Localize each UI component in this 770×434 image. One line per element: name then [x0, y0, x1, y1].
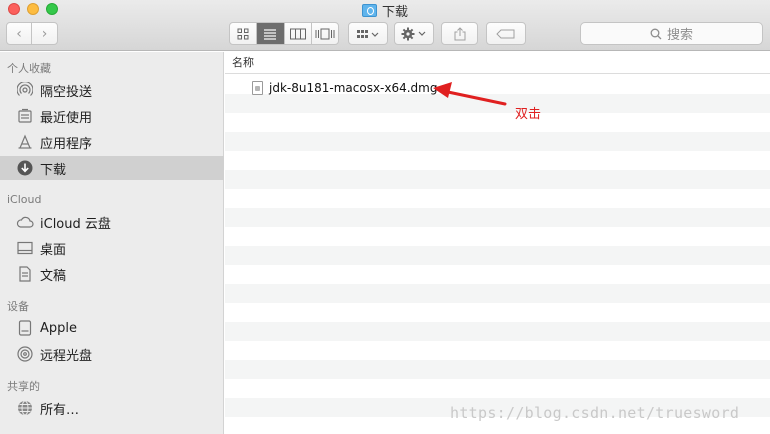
coverflow-icon [315, 28, 335, 39]
sidebar-item-desktop[interactable]: 桌面 [0, 236, 224, 260]
row-stripe [225, 151, 770, 170]
sidebar-item-label: 远程光盘 [40, 348, 93, 364]
disc-icon [16, 345, 34, 363]
sidebar-item-label: iCloud 云盘 [40, 216, 111, 232]
desktop-icon [16, 239, 34, 257]
file-list: 名称 jdk-8u181-macosx-x64.dmg [225, 52, 770, 434]
row-stripe [225, 132, 770, 151]
window-title: 下载 [0, 1, 770, 20]
row-stripe [225, 379, 770, 398]
sidebar-item-remote-disc[interactable]: 远程光盘 [0, 342, 224, 366]
file-name: jdk-8u181-macosx-x64.dmg [269, 80, 438, 95]
sidebar-item-label: 文稿 [40, 268, 67, 284]
arrange-menu-button[interactable] [348, 22, 388, 45]
sidebar-item-label: 下载 [40, 162, 67, 178]
sidebar-item-label: Apple [40, 320, 78, 336]
list-view-button[interactable] [257, 23, 285, 44]
row-stripe [225, 189, 770, 208]
list-icon [264, 28, 277, 40]
window-toolbar: 下载 ‹ › 搜索 [0, 0, 770, 51]
gear-icon [401, 27, 426, 40]
forward-button[interactable]: › [32, 23, 57, 44]
row-stripe [225, 284, 770, 303]
search-icon [650, 28, 662, 39]
back-button[interactable]: ‹ [7, 23, 32, 44]
arrange-grid-icon [357, 29, 379, 38]
navigation-buttons: ‹ › [6, 22, 58, 45]
icon-view-button[interactable] [230, 23, 258, 44]
cloud-icon [16, 213, 34, 231]
column-view-button[interactable] [285, 23, 312, 44]
row-stripe [225, 227, 770, 246]
row-stripe [225, 208, 770, 227]
row-stripe [225, 360, 770, 379]
sidebar-header-icloud: iCloud [7, 193, 42, 206]
search-placeholder: 搜索 [666, 28, 693, 43]
sidebar-item-downloads[interactable]: 下载 [0, 156, 224, 180]
row-stripe [225, 322, 770, 341]
sidebar-item-label: 应用程序 [40, 136, 93, 152]
downloads-folder-icon [361, 4, 377, 17]
window-title-text: 下载 [381, 5, 408, 20]
column-header-name[interactable]: 名称 [225, 52, 770, 74]
sidebar-item-all-shared[interactable]: 所有… [0, 396, 224, 420]
search-field[interactable]: 搜索 [580, 22, 763, 45]
row-stripe [225, 265, 770, 284]
airdrop-icon [16, 81, 34, 99]
sidebar-item-label: 所有… [40, 402, 80, 418]
watermark: https://blog.csdn.net/truesword [450, 404, 740, 422]
row-stripe [225, 246, 770, 265]
sidebar-header-devices: 设备 [7, 300, 29, 313]
sidebar-item-apple[interactable]: Apple [0, 316, 224, 340]
coverflow-view-button[interactable] [312, 23, 338, 44]
file-row-jdk-dmg[interactable]: jdk-8u181-macosx-x64.dmg [225, 78, 770, 97]
sidebar-item-icloud-drive[interactable]: iCloud 云盘 [0, 210, 224, 234]
downloads-icon [16, 159, 34, 177]
dmg-file-icon [252, 80, 263, 95]
sidebar-item-label: 桌面 [40, 242, 67, 258]
column-header-label: 名称 [232, 56, 254, 69]
row-stripe [225, 341, 770, 360]
row-stripe [225, 113, 770, 132]
row-stripe [225, 170, 770, 189]
sidebar-item-label: 隔空投送 [40, 84, 93, 100]
sidebar-header-shared: 共享的 [7, 380, 40, 393]
documents-icon [16, 265, 34, 283]
tags-button[interactable] [486, 22, 526, 45]
sidebar: 个人收藏 隔空投送 最近使用 应用程序 下载 iCloud iCloud 云盘 [0, 52, 224, 434]
sidebar-item-airdrop[interactable]: 隔空投送 [0, 78, 224, 102]
sidebar-item-label: 最近使用 [40, 110, 93, 126]
drive-icon [16, 319, 34, 337]
view-mode-selector [229, 22, 339, 45]
sidebar-item-documents[interactable]: 文稿 [0, 262, 224, 286]
columns-icon [289, 28, 306, 39]
network-icon [16, 399, 34, 417]
recents-icon [16, 107, 34, 125]
sidebar-item-applications[interactable]: 应用程序 [0, 130, 224, 154]
share-icon [454, 26, 465, 40]
grid-icon [237, 28, 249, 39]
sidebar-header-favorites: 个人收藏 [7, 62, 51, 75]
annotation-label: 双击 [515, 107, 542, 122]
share-button[interactable] [441, 22, 478, 45]
applications-icon [16, 133, 34, 151]
sidebar-item-recents[interactable]: 最近使用 [0, 104, 224, 128]
action-menu-button[interactable] [394, 22, 434, 45]
row-stripe [225, 303, 770, 322]
tag-icon [496, 29, 515, 38]
